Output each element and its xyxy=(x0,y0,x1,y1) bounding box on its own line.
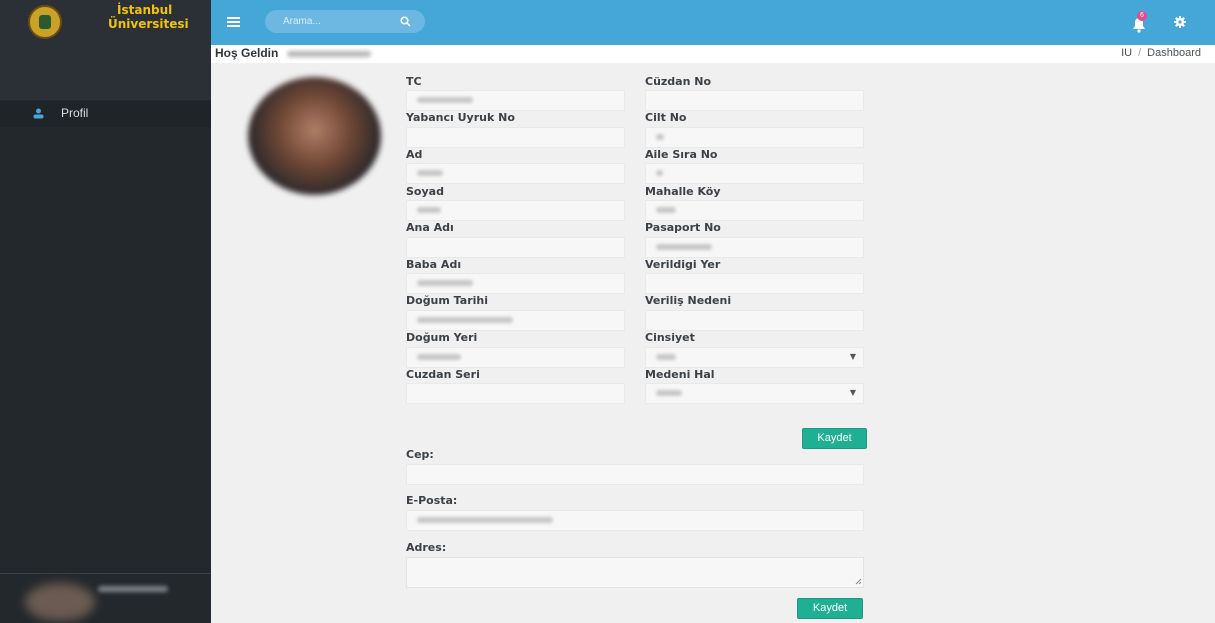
sidebar-username-redacted xyxy=(98,586,168,592)
cep-field[interactable] xyxy=(406,464,864,485)
notifications-button[interactable]: 6 xyxy=(1128,11,1150,33)
avatar xyxy=(25,583,95,621)
notification-badge: 6 xyxy=(1137,11,1147,21)
welcome-bar: Hoş Geldin IU / Dashboard xyxy=(211,45,1215,63)
brand-header[interactable]: İstanbul Üniversitesi xyxy=(0,0,211,45)
label-cilt-no: Cilt No xyxy=(645,111,687,124)
baba-adi-field[interactable] xyxy=(406,273,625,294)
hamburger-menu-icon[interactable] xyxy=(227,17,240,27)
breadcrumb-separator: / xyxy=(1138,47,1142,59)
university-logo xyxy=(28,5,62,39)
welcome-username-redacted xyxy=(287,51,371,57)
sidebar-user-panel[interactable] xyxy=(0,573,211,623)
sidebar: İstanbul Üniversitesi Profil xyxy=(0,0,211,623)
label-pasaport-no: Pasaport No xyxy=(645,221,721,234)
label-e-posta: E-Posta: xyxy=(406,494,458,507)
label-tc: TC xyxy=(406,75,422,88)
breadcrumb: IU / Dashboard xyxy=(1121,47,1201,59)
label-soyad: Soyad xyxy=(406,185,444,198)
cuzdan-no-field[interactable] xyxy=(645,90,864,111)
cinsiyet-select[interactable]: ▼ xyxy=(645,347,864,368)
breadcrumb-item-iu[interactable]: IU xyxy=(1121,47,1132,59)
pasaport-no-field[interactable] xyxy=(645,237,864,258)
dogum-yeri-field[interactable] xyxy=(406,347,625,368)
user-icon xyxy=(33,108,44,119)
profile-photo xyxy=(248,77,381,195)
label-ad: Ad xyxy=(406,148,423,161)
label-ana-adi: Ana Adı xyxy=(406,221,454,234)
label-baba-adi: Baba Adı xyxy=(406,258,462,271)
mahalle-koy-field[interactable] xyxy=(645,200,864,221)
label-aile-sira-no: Aile Sıra No xyxy=(645,148,718,161)
chevron-down-icon: ▼ xyxy=(849,352,856,361)
welcome-text: Hoş Geldin xyxy=(215,46,279,60)
search-icon[interactable] xyxy=(400,16,411,27)
label-verildigi-yer: Verildigi Yer xyxy=(645,258,721,271)
gear-icon[interactable] xyxy=(1174,16,1186,28)
resize-handle-icon[interactable] xyxy=(855,578,862,585)
search-input[interactable] xyxy=(283,14,393,29)
brand-name-line2: Üniversitesi xyxy=(108,17,189,31)
label-yabanci-uyruk-no: Yabancı Uyruk No xyxy=(406,111,515,124)
adres-textarea[interactable] xyxy=(406,557,864,588)
sidebar-item-profil[interactable]: Profil xyxy=(0,101,211,127)
breadcrumb-item-dashboard: Dashboard xyxy=(1147,47,1201,59)
aile-sira-no-field[interactable] xyxy=(645,163,864,184)
label-cep: Cep: xyxy=(406,448,434,461)
sidebar-spacer xyxy=(0,45,211,100)
sidebar-item-label: Profil xyxy=(61,106,89,120)
label-cuzdan-seri: Cuzdan Seri xyxy=(406,368,480,381)
label-mahalle-koy: Mahalle Köy xyxy=(645,185,721,198)
verildigi-yer-field[interactable] xyxy=(645,273,864,294)
cuzdan-seri-field[interactable] xyxy=(406,383,625,404)
brand-name-line1: İstanbul xyxy=(117,3,173,17)
dogum-tarihi-field[interactable] xyxy=(406,310,625,331)
tc-field[interactable] xyxy=(406,90,625,111)
ana-adi-field[interactable] xyxy=(406,237,625,258)
label-medeni-hal: Medeni Hal xyxy=(645,368,715,381)
label-adres: Adres: xyxy=(406,541,447,554)
ad-field[interactable] xyxy=(406,163,625,184)
yabanci-uyruk-no-field[interactable] xyxy=(406,127,625,148)
app-root: İstanbul Üniversitesi Profil Arama... 6 … xyxy=(0,0,1215,623)
label-dogum-tarihi: Doğum Tarihi xyxy=(406,294,488,307)
top-navbar: 6 xyxy=(211,0,1215,45)
chevron-down-icon: ▼ xyxy=(849,388,856,397)
label-cuzdan-no: Cüzdan No xyxy=(645,75,712,88)
email-field[interactable] xyxy=(406,510,864,531)
kaydet-button-contact[interactable]: Kaydet xyxy=(797,598,863,619)
main-content: Hoş Geldin IU / Dashboard TC Yabancı Uyruk… xyxy=(211,45,1215,623)
cilt-no-field[interactable] xyxy=(645,127,864,148)
label-dogum-yeri: Doğum Yeri xyxy=(406,331,478,344)
soyad-field[interactable] xyxy=(406,200,625,221)
label-verilis-nedeni: Veriliş Nedeni xyxy=(645,294,732,307)
search-box[interactable] xyxy=(265,10,425,33)
verilis-nedeni-field[interactable] xyxy=(645,310,864,331)
label-cinsiyet: Cinsiyet xyxy=(645,331,695,344)
kaydet-button-identity[interactable]: Kaydet xyxy=(802,428,867,449)
medeni-hal-select[interactable]: ▼ xyxy=(645,383,864,404)
